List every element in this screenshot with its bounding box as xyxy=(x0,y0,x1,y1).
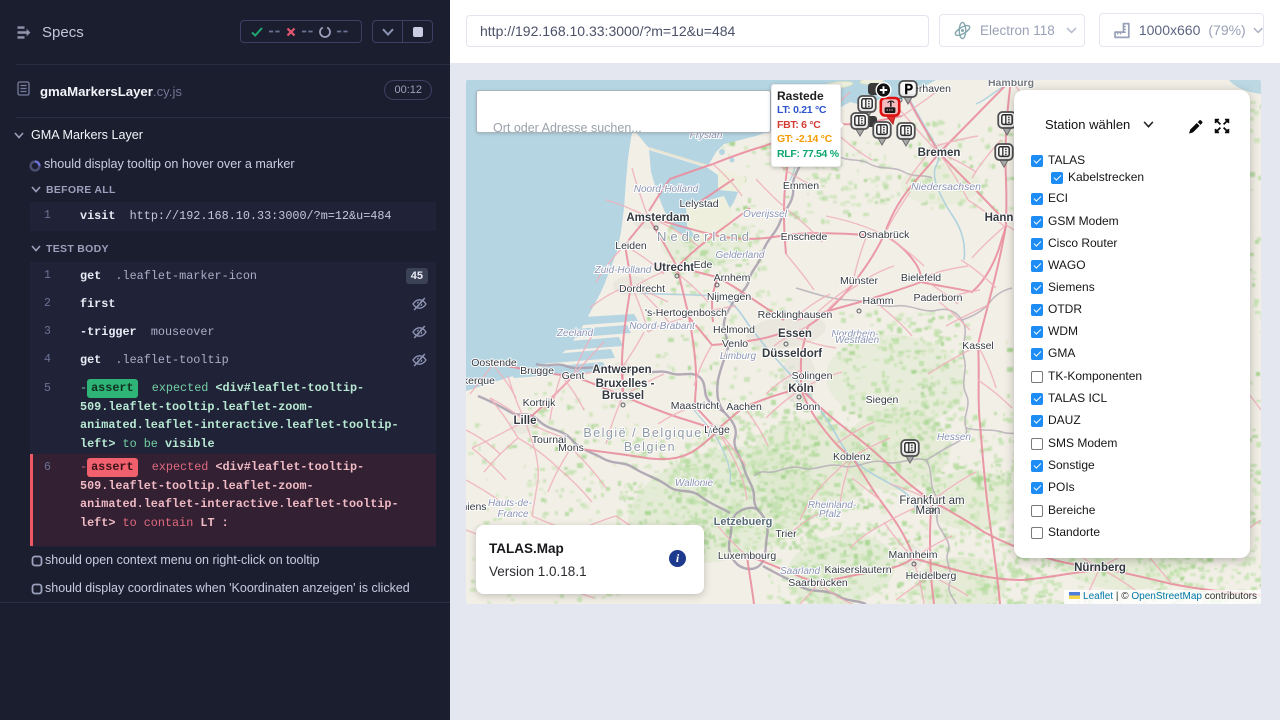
svg-text:Letzebuerg: Letzebuerg xyxy=(714,516,773,528)
svg-text:Westfalen: Westfalen xyxy=(835,335,880,346)
svg-text:Hauts-de-: Hauts-de- xyxy=(488,498,533,509)
svg-text:Main: Main xyxy=(916,505,941,517)
svg-text:Brugge: Brugge xyxy=(520,365,554,377)
svg-text:Dordrecht: Dordrecht xyxy=(619,283,665,295)
svg-text:Leiden: Leiden xyxy=(615,240,647,252)
svg-text:Kortrijk: Kortrijk xyxy=(523,397,556,409)
svg-text:Enschede: Enschede xyxy=(781,231,828,243)
svg-text:Osnabrück: Osnabrück xyxy=(859,229,911,241)
svg-text:Saarbrücken: Saarbrücken xyxy=(788,577,848,589)
svg-text:Hamm: Hamm xyxy=(863,295,894,307)
svg-text:Zeeland: Zeeland xyxy=(556,328,594,339)
svg-text:Pfalz: Pfalz xyxy=(819,509,841,520)
svg-text:Overijssel: Overijssel xyxy=(743,209,788,220)
svg-text:Hamburg: Hamburg xyxy=(988,80,1034,89)
svg-text:Niedersachsen: Niedersachsen xyxy=(911,181,981,193)
svg-text:Koblenz: Koblenz xyxy=(833,451,871,463)
svg-text:Nijmegen: Nijmegen xyxy=(707,291,752,303)
svg-text:Aachen: Aachen xyxy=(726,401,762,413)
svg-text:Noord-Brabant: Noord-Brabant xyxy=(629,321,696,332)
svg-text:Emmen: Emmen xyxy=(783,180,819,192)
svg-text:Köln: Köln xyxy=(788,383,814,395)
svg-text:Recklinghausen: Recklinghausen xyxy=(758,309,833,321)
svg-text:Essen: Essen xyxy=(778,328,812,340)
svg-text:Utrecht: Utrecht xyxy=(654,262,694,274)
svg-text:Luxembourg: Luxembourg xyxy=(718,550,777,562)
svg-text:erhaven: erhaven xyxy=(913,83,951,95)
svg-text:Solingen: Solingen xyxy=(792,370,833,382)
svg-text:Noord-Holland: Noord-Holland xyxy=(634,184,699,195)
svg-text:Limburg: Limburg xyxy=(720,351,757,362)
svg-text:Hessen: Hessen xyxy=(937,432,971,443)
svg-text:Gelderland: Gelderland xyxy=(716,250,765,261)
svg-text:Antwerpen: Antwerpen xyxy=(592,364,651,376)
svg-text:Amsterdam: Amsterdam xyxy=(626,212,689,224)
svg-text:Mons: Mons xyxy=(558,442,584,454)
svg-text:France: France xyxy=(497,509,529,520)
svg-text:Heidelberg: Heidelberg xyxy=(906,570,957,582)
svg-text:Nürnberg: Nürnberg xyxy=(1074,562,1126,574)
svg-text:Hann: Hann xyxy=(985,212,1014,224)
svg-text:Siegen: Siegen xyxy=(866,394,899,406)
svg-text:Helmond: Helmond xyxy=(713,324,755,336)
svg-text:Münster: Münster xyxy=(840,275,878,287)
svg-text:Nederland: Nederland xyxy=(657,229,753,244)
svg-text:Kassel: Kassel xyxy=(962,340,994,352)
svg-text:Bruxelles -: Bruxelles - xyxy=(596,378,655,390)
svg-text:Oostende: Oostende xyxy=(471,357,517,369)
svg-text:Kaiserslautern: Kaiserslautern xyxy=(824,564,891,576)
svg-text:Bonn: Bonn xyxy=(796,401,821,413)
svg-text:Gent: Gent xyxy=(562,370,585,382)
svg-text:Maastricht: Maastricht xyxy=(671,400,720,412)
svg-text:nkerque: nkerque xyxy=(466,375,495,387)
svg-text:Wallonie: Wallonie xyxy=(675,478,714,489)
svg-text:Belgien: Belgien xyxy=(624,440,676,454)
svg-text:Bielefeld: Bielefeld xyxy=(901,272,941,284)
svg-text:Trier: Trier xyxy=(775,528,797,540)
svg-text:Paderborn: Paderborn xyxy=(913,292,962,304)
svg-text:Brussel: Brussel xyxy=(602,390,644,402)
svg-text:Düsseldorf: Düsseldorf xyxy=(762,348,822,360)
svg-text:'s-Hertogenbosch: 's-Hertogenbosch xyxy=(645,307,727,319)
svg-text:Venlo: Venlo xyxy=(722,338,748,350)
svg-text:Saarland: Saarland xyxy=(780,566,820,577)
svg-text:België / Belgique /: België / Belgique / xyxy=(583,426,712,440)
svg-text:Bremen: Bremen xyxy=(918,147,961,159)
svg-text:niens: niens xyxy=(466,501,487,513)
svg-text:Zuid-Holland: Zuid-Holland xyxy=(594,265,652,276)
svg-text:Ede: Ede xyxy=(694,259,713,271)
svg-text:Lille: Lille xyxy=(513,415,536,427)
svg-text:Mannheim: Mannheim xyxy=(888,549,937,561)
svg-text:Lelystad: Lelystad xyxy=(679,198,718,210)
svg-text:Arnhem: Arnhem xyxy=(714,272,751,284)
